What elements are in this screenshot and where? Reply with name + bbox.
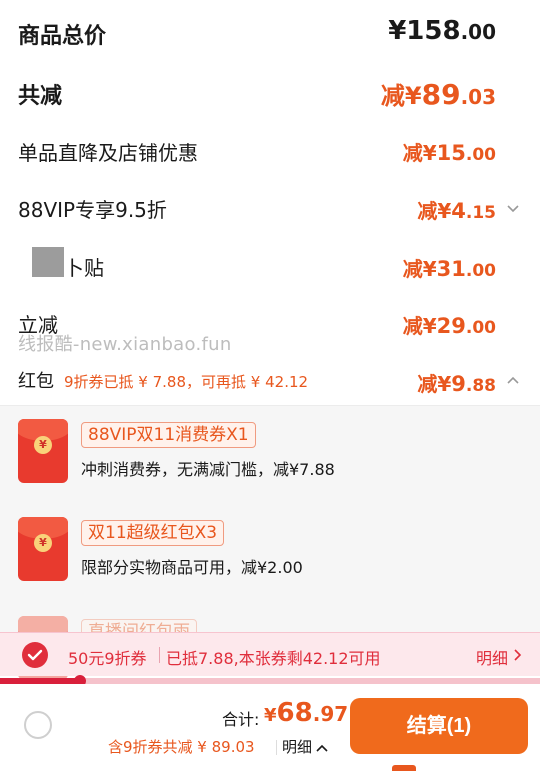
selected-coupon-bar[interactable]: 50元9折券 已抵7.88,本张券剩42.12可用 明细: [0, 632, 540, 676]
sum-amount: ¥68.97: [264, 698, 348, 728]
total-price-currency: ¥: [388, 16, 407, 46]
sum-detail-link[interactable]: 明细: [282, 736, 328, 757]
chevron-down-icon[interactable]: [506, 201, 520, 215]
total-reduction-prefix: 减¥: [380, 82, 422, 110]
chevron-up-icon[interactable]: [316, 743, 328, 753]
coupon-desc: 冲刺消费券，无满减门槛，减¥7.88: [81, 460, 335, 479]
total-reduction-amount: 减¥89.03: [381, 76, 496, 111]
hongbao-prefix: 减¥: [417, 372, 452, 396]
coupon-tag: 88VIP双11消费券X1: [81, 422, 256, 448]
sum-label: 合计:: [222, 710, 260, 729]
hongbao-label: 红包: [18, 371, 54, 392]
hongbao-label-group: 红包 9折券已抵 ¥ 7.88，可再抵 ¥ 42.12: [18, 367, 308, 393]
red-envelope-icon: ¥: [18, 517, 68, 581]
total-reduction-label: 共减: [18, 84, 63, 109]
hongbao-decimal: .88: [465, 376, 496, 396]
red-envelope-icon: ¥: [18, 419, 68, 483]
checkout-footer: 合计: ¥68.97 含9折券共减 ¥ 89.03 明细 结算(1): [0, 684, 540, 771]
coupon-desc: 限部分实物商品可用，减¥2.00: [81, 558, 303, 577]
hongbao-subtext: 9折券已抵 ¥ 7.88，可再抵 ¥ 42.12: [64, 373, 309, 391]
coupon-tag: 双11超级红包X3: [81, 520, 225, 546]
redacted-block: [32, 247, 64, 277]
hongbao-amount: 减¥9.88: [417, 368, 496, 397]
hongbao-integer: 9: [451, 372, 466, 396]
discount-decimal: .00: [465, 145, 496, 165]
discount-decimal: .15: [465, 203, 496, 223]
discount-prefix: 减¥: [402, 257, 437, 281]
discount-prefix: 减¥: [402, 314, 437, 338]
coupon-name: 50元9折券: [68, 649, 147, 668]
sum-currency: ¥: [264, 705, 277, 726]
chevron-up-icon[interactable]: [506, 373, 520, 387]
total-price-amount: ¥158.00: [388, 16, 496, 46]
discount-integer: 31: [436, 257, 466, 281]
discount-amount: 减¥15.00: [403, 137, 496, 166]
discount-decimal: .00: [465, 261, 496, 281]
divider: [276, 740, 277, 755]
total-price-integer: 158: [406, 16, 461, 46]
watermark-text: 线报酷-new.xianbao.fun: [18, 334, 232, 355]
chevron-right-icon[interactable]: [512, 648, 522, 662]
discount-amount: 减¥4.15: [417, 195, 496, 224]
discount-prefix: 减¥: [402, 141, 437, 165]
coupon-status: 已抵7.88,本张券剩42.12可用: [166, 649, 381, 668]
divider: [159, 647, 160, 663]
checkout-button[interactable]: 结算(1): [350, 698, 528, 754]
select-all-checkbox[interactable]: [24, 711, 52, 739]
total-reduction-decimal: .03: [460, 85, 496, 109]
footer-indicator: [392, 765, 416, 771]
sum-integer: 68: [276, 698, 313, 728]
discount-prefix: 减¥: [417, 199, 452, 223]
sum-detail-label: 明细: [282, 738, 313, 756]
discount-integer: 15: [436, 141, 466, 165]
coupon-detail-link[interactable]: 明细: [476, 645, 508, 669]
total-price-label: 商品总价: [18, 24, 107, 49]
sum-decimal: .97: [312, 702, 349, 726]
discount-amount: 减¥29.00: [403, 310, 496, 339]
discount-decimal: .00: [465, 318, 496, 338]
sum-reduction-text: 含9折券共减 ¥ 89.03: [108, 738, 255, 756]
discount-label-fragment: 卜贴: [64, 256, 104, 280]
total-price-decimal: .00: [460, 20, 496, 44]
discount-label: 88VIP专享9.5折: [18, 198, 167, 222]
discount-amount: 减¥31.00: [403, 253, 496, 282]
total-reduction-integer: 89: [421, 78, 461, 111]
coupon-panel: ¥ 88VIP双11消费券X1 冲刺消费券，无满减门槛，减¥7.88 ¥ 双11…: [0, 405, 540, 680]
discount-integer: 29: [436, 314, 466, 338]
discount-label: 单品直降及店铺优惠: [18, 141, 198, 165]
checked-icon[interactable]: [22, 642, 48, 668]
discount-integer: 4: [451, 199, 466, 223]
